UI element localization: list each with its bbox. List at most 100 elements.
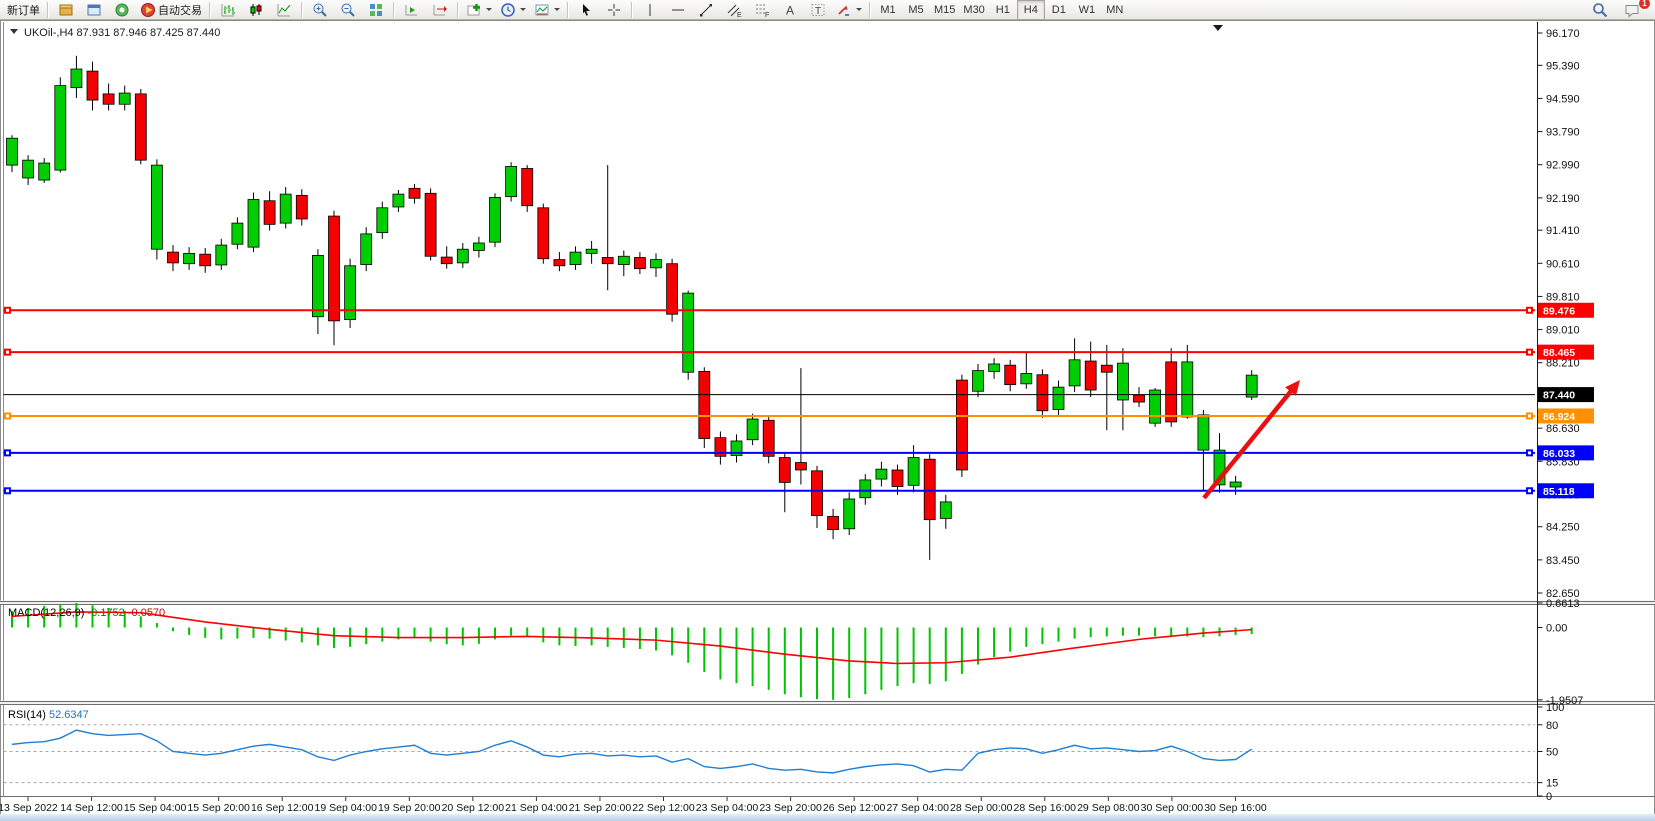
timeframe-mn-button[interactable]: MN [1101, 0, 1129, 20]
candle-bearish [538, 208, 549, 259]
new-order-label: 新订单 [7, 2, 40, 18]
timeframe-label: H1 [996, 4, 1010, 16]
time-axis-label: 19 Sep 20:00 [378, 802, 441, 814]
candle-bearish [779, 458, 790, 483]
timeframe-m15-button[interactable]: M15 [930, 0, 959, 20]
candle-bearish [1037, 375, 1048, 411]
rsi-label: RSI(14) 52.6347 [8, 709, 89, 721]
candle-bullish [989, 364, 1000, 371]
navigator-button[interactable] [108, 0, 136, 20]
chevron-down-icon[interactable] [856, 8, 862, 11]
candle-bullish [457, 249, 468, 263]
toolbar-separator [301, 2, 303, 18]
candle-bearish [795, 463, 806, 470]
candle-bullish [490, 197, 501, 242]
search-icon [1592, 2, 1608, 18]
timeframe-label: M30 [963, 4, 984, 16]
candle-bullish [1021, 373, 1032, 383]
market-watch-icon [86, 2, 102, 18]
candle-bullish [216, 245, 227, 265]
price-tick-label: 89.010 [1546, 325, 1580, 337]
chevron-down-icon[interactable] [486, 8, 492, 11]
timeframe-h1-button[interactable]: H1 [989, 0, 1017, 20]
candlestick-chart-button[interactable] [242, 0, 270, 20]
toolbar-separator [567, 2, 569, 18]
candle-bullish [1198, 415, 1209, 450]
price-badge-label: 86.033 [1543, 448, 1575, 460]
auto-scroll-icon [404, 2, 420, 18]
svg-text:E: E [737, 12, 742, 18]
candle-bullish [7, 138, 18, 165]
indicators-icon [466, 2, 482, 18]
equidistant-channel-button[interactable]: E [720, 0, 748, 20]
trendline-button[interactable] [692, 0, 720, 20]
chevron-down-icon[interactable] [554, 8, 560, 11]
line-anchor-center [1528, 489, 1531, 492]
text-label-button[interactable]: T [804, 0, 832, 20]
candle-bearish [812, 471, 823, 516]
search-button[interactable] [1586, 0, 1614, 20]
new-order-button[interactable]: 新订单 [3, 0, 44, 20]
candle-bullish [312, 255, 323, 316]
candle-bearish [828, 516, 839, 529]
timeframe-m1-button[interactable]: M1 [874, 0, 902, 20]
candle-bullish [1230, 482, 1241, 487]
toolbar-separator [869, 2, 871, 18]
timeframe-m5-button[interactable]: M5 [902, 0, 930, 20]
rsi-tick-label: 50 [1546, 747, 1558, 759]
chart-shift-button[interactable] [426, 0, 454, 20]
candle-bullish [55, 86, 66, 170]
cursor-button[interactable] [572, 0, 600, 20]
auto-trading-button[interactable]: 自动交易 [136, 0, 206, 20]
line-anchor-center [1528, 451, 1531, 454]
indicators-button[interactable] [462, 0, 496, 20]
templates-button[interactable] [530, 0, 564, 20]
time-axis-label: 30 Sep 00:00 [1141, 802, 1204, 814]
toolbar: 新订单 自动交易 E F AT M1M5M15 M30 H1 H4D1W1 MN 1 [0, 0, 1655, 20]
chat-button[interactable]: 1 [1618, 0, 1646, 20]
auto-trading-label: 自动交易 [158, 2, 202, 18]
line-anchor-center [6, 309, 9, 312]
horizontal-line-button[interactable] [664, 0, 692, 20]
rsi-tick-label: 80 [1546, 720, 1558, 732]
candle-bullish [506, 166, 517, 196]
timeframe-h4-button[interactable]: H4 [1017, 0, 1045, 20]
candle-bullish [618, 256, 629, 264]
timeframe-d1-button[interactable]: D1 [1045, 0, 1073, 20]
zoom-in-button[interactable] [306, 0, 334, 20]
market-watch-button[interactable] [80, 0, 108, 20]
auto-scroll-button[interactable] [398, 0, 426, 20]
chevron-down-icon[interactable] [520, 8, 526, 11]
fibonacci-button[interactable]: F [748, 0, 776, 20]
candle-bullish [248, 200, 259, 248]
zoom-out-button[interactable] [334, 0, 362, 20]
candle-bullish [151, 165, 162, 249]
timeframe-m30-button[interactable]: M30 [959, 0, 988, 20]
candle-bullish [570, 252, 581, 264]
svg-text:F: F [765, 12, 769, 18]
candle-bullish [747, 419, 758, 440]
timeframe-label: MN [1106, 4, 1123, 16]
candle-bullish [1182, 362, 1193, 417]
candle-bearish [892, 470, 903, 487]
candle-bearish [441, 257, 452, 264]
symbols-button[interactable] [52, 0, 80, 20]
arrows-button[interactable] [832, 0, 866, 20]
timeframe-w1-button[interactable]: W1 [1073, 0, 1101, 20]
periods-button[interactable] [496, 0, 530, 20]
candle-bullish [1053, 387, 1064, 409]
bar-chart-button[interactable] [214, 0, 242, 20]
line-chart-button[interactable] [270, 0, 298, 20]
chart-area[interactable]: UKOil-,H4 87.931 87.946 87.425 87.440MAC… [0, 20, 1655, 821]
line-chart-icon [276, 2, 292, 18]
chart-title: UKOil-,H4 87.931 87.946 87.425 87.440 [24, 27, 220, 39]
tile-windows-button[interactable] [362, 0, 390, 20]
candle-bearish [1101, 365, 1112, 372]
vertical-line-button[interactable] [636, 0, 664, 20]
line-anchor-center [1528, 351, 1531, 354]
crosshair-button[interactable] [600, 0, 628, 20]
rsi-tick-label: 100 [1546, 702, 1564, 714]
price-tick-label: 90.610 [1546, 258, 1580, 270]
price-badge-label: 88.465 [1543, 347, 1575, 359]
text-button[interactable]: A [776, 0, 804, 20]
